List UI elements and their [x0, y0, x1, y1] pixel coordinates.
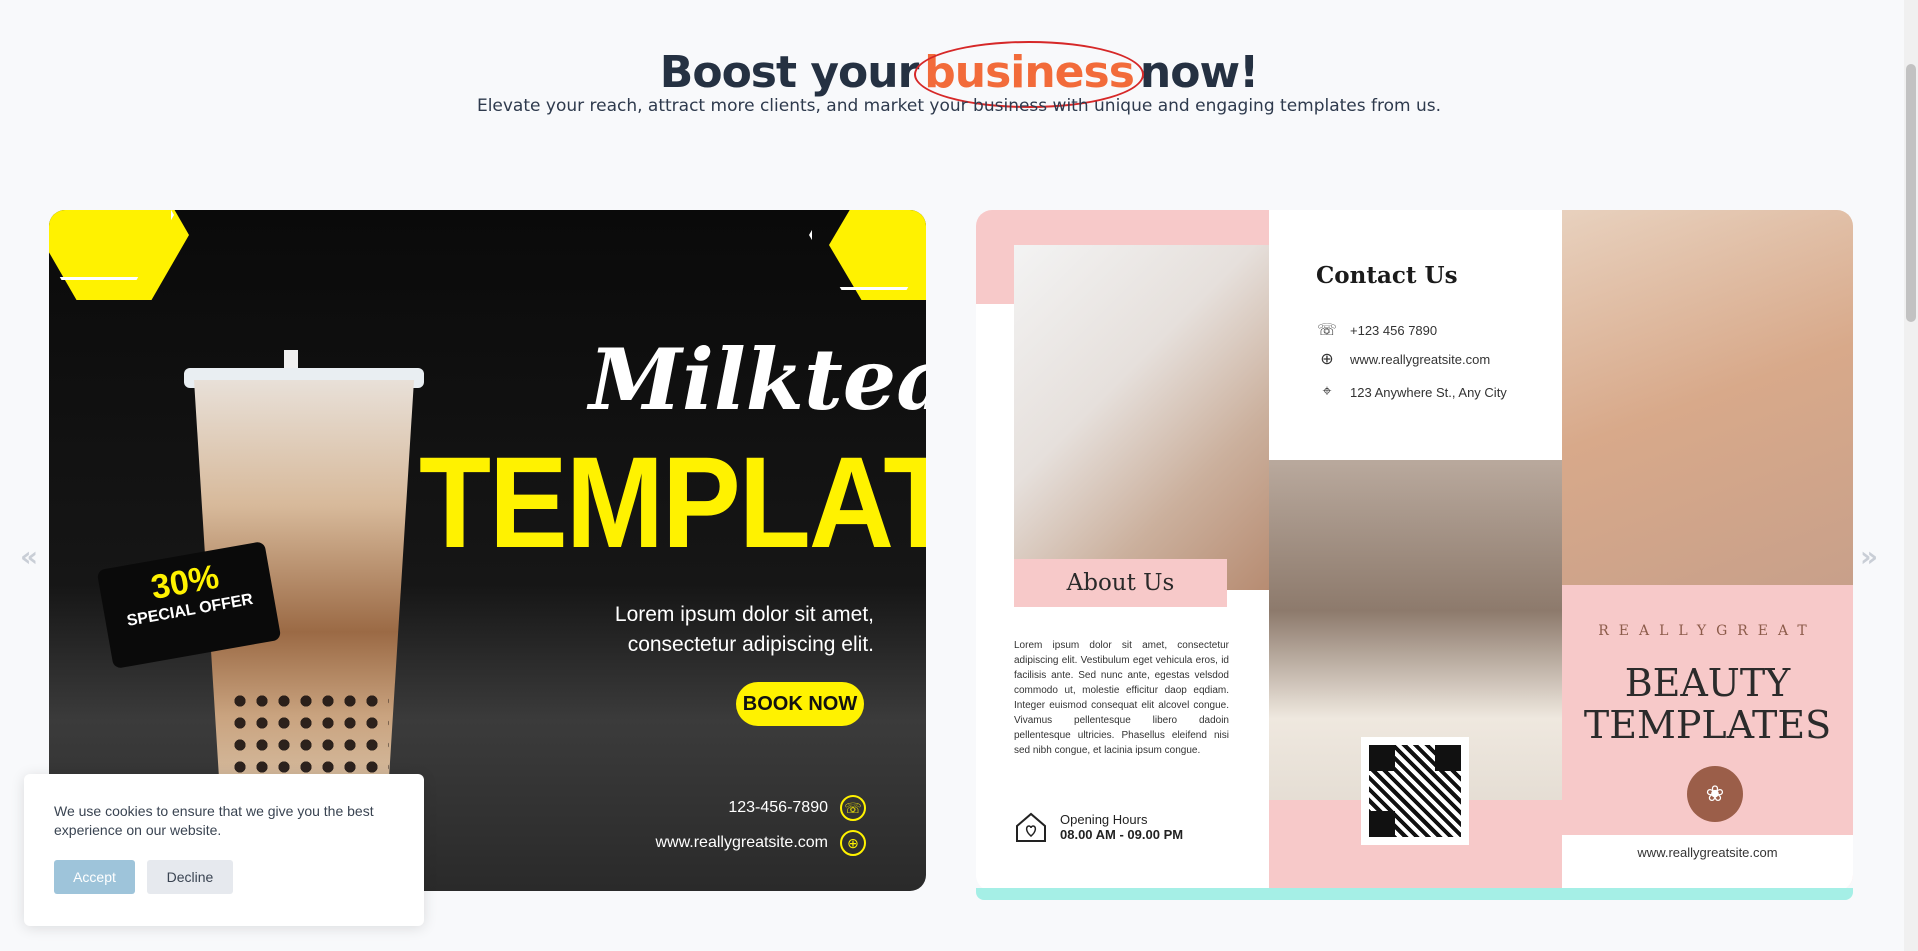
templates-title: TEMPLATES	[419, 430, 926, 576]
contact-website: www.reallygreatsite.com	[1350, 351, 1491, 367]
hours-value: 08.00 AM - 09.00 PM	[1060, 827, 1184, 842]
brand-name: REALLYGREAT	[1598, 623, 1817, 639]
slide1-website-line: www.reallygreatsite.com ⊕	[655, 830, 866, 856]
contact-address: 123 Anywhere St., Any City	[1350, 384, 1507, 400]
contact-phone-row: ☏ +123 456 7890	[1316, 320, 1437, 340]
cookie-accept-button[interactable]: Accept	[54, 860, 135, 894]
about-us-text: Lorem ipsum dolor sit amet, consectetur …	[1014, 640, 1229, 756]
opening-hours: Opening Hours 08.00 AM - 09.00 PM	[1014, 810, 1183, 844]
facial-treatment-photo	[1014, 245, 1269, 590]
page-scrollbar[interactable]	[1904, 0, 1918, 951]
slide1-website: www.reallygreatsite.com	[655, 834, 829, 851]
brochure-footer-website: www.reallygreatsite.com	[1562, 835, 1853, 891]
hours-label: Opening Hours	[1060, 812, 1148, 827]
slide1-lorem: Lorem ipsum dolor sit amet, consectetur …	[614, 603, 874, 656]
slide1-phone: 123-456-7890	[728, 799, 828, 816]
about-us-heading: About Us	[1014, 559, 1227, 607]
contact-website-row: ⊕ www.reallygreatsite.com	[1316, 349, 1490, 369]
headline-highlight: business	[914, 41, 1144, 109]
beauty-templates-title: BEAUTY TEMPLATES	[1583, 661, 1832, 747]
qr-code	[1361, 737, 1469, 845]
headline-start: Boost your	[659, 47, 919, 99]
globe-icon: ⊕	[840, 830, 866, 856]
cookie-decline-button[interactable]: Decline	[147, 860, 233, 894]
book-now-button: BOOK NOW	[736, 682, 864, 726]
location-pin-icon: ⌖	[1322, 383, 1332, 400]
carousel-slide-beauty[interactable]: About Us Lorem ipsum dolor sit amet, con…	[976, 210, 1853, 891]
phone-icon: ☏	[1316, 322, 1337, 339]
home-heart-icon	[1016, 812, 1046, 842]
milktea-script-title: Milktea	[589, 330, 926, 429]
headline-end: now!	[1139, 47, 1259, 99]
cookie-banner: We use cookies to ensure that we give yo…	[24, 774, 424, 926]
slide1-phone-line: 123-456-7890 ☏	[728, 795, 866, 821]
face-massage-photo	[1562, 210, 1853, 585]
scrollbar-thumb[interactable]	[1906, 64, 1916, 322]
contact-address-row: ⌖ 123 Anywhere St., Any City	[1316, 383, 1507, 401]
phone-icon: ☏	[840, 795, 866, 821]
page-subtitle: Elevate your reach, attract more clients…	[476, 96, 1442, 116]
hexagon-outline-decoration	[809, 210, 926, 290]
lotus-icon: ❀	[1687, 766, 1743, 822]
carousel-prev-arrow[interactable]: «	[20, 540, 38, 573]
globe-icon: ⊕	[1320, 351, 1334, 368]
carousel-next-arrow[interactable]: »	[1860, 540, 1878, 573]
contact-phone: +123 456 7890	[1350, 322, 1438, 338]
contact-us-heading: Contact Us	[1316, 262, 1458, 289]
slide-accent-bar	[976, 888, 1853, 900]
page-headline: Boost your business now!	[0, 41, 1918, 109]
cookie-message: We use cookies to ensure that we give yo…	[54, 803, 374, 838]
